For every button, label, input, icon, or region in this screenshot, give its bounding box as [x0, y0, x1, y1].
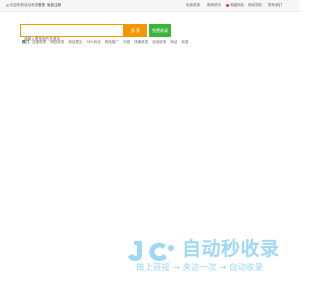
logo-slogan: 做上链接 → 来访一次 → 自动收录 [136, 263, 264, 273]
hot-keyword[interactable]: 自动收录 [152, 40, 166, 44]
welcome-text: 欢迎来到自动收录 [6, 2, 38, 9]
nav-link-directory[interactable]: 网站导航 [248, 2, 262, 9]
site-logo: 自动秒收录 做上链接 → 来访一次 → 自动收录 [126, 236, 286, 276]
nav-link-contact[interactable]: 联系我们 [268, 2, 282, 9]
hot-keyword[interactable]: 网站推广 [105, 40, 119, 44]
logo-title: 自动秒收录 [182, 238, 280, 260]
submit-site-button[interactable]: 免费收录 [149, 24, 171, 37]
hot-keywords-label: 热门 [22, 40, 29, 44]
hot-keyword[interactable]: 百度收录 [32, 40, 46, 44]
search-field[interactable] [20, 24, 124, 45]
hot-keywords: 热门 百度收录 网站收录 网站提交 SEO优化 网站推广 外链 快速收录 自动收… [22, 40, 191, 45]
info-icon [6, 3, 9, 7]
nav-link-submit[interactable]: 免费收录 [186, 2, 200, 9]
search-button[interactable]: 搜 索 [124, 24, 147, 37]
hot-keyword[interactable]: 外链 [123, 40, 130, 44]
login-link[interactable]: 登录 [38, 2, 45, 9]
hot-keyword[interactable]: SEO优化 [87, 40, 101, 44]
jc-logo-icon [128, 241, 174, 262]
nav-link-favorite[interactable]: 收藏网站 [226, 2, 244, 9]
hot-keyword[interactable]: 收录 [181, 40, 188, 44]
hot-keyword[interactable]: 网站收录 [50, 40, 64, 44]
hot-keyword[interactable]: 网站 [170, 40, 177, 44]
register-link[interactable]: 免费注册 [47, 2, 61, 9]
hot-keyword[interactable]: 快速收录 [134, 40, 148, 44]
hot-keyword[interactable]: 网站提交 [68, 40, 82, 44]
nav-link-news[interactable]: 新闻资讯 [207, 2, 221, 9]
top-bar: 欢迎来到自动收录 登录 免费注册 免费收录 新闻资讯 收藏网站 网站导航 联系我… [0, 0, 300, 12]
heart-icon [226, 3, 229, 7]
